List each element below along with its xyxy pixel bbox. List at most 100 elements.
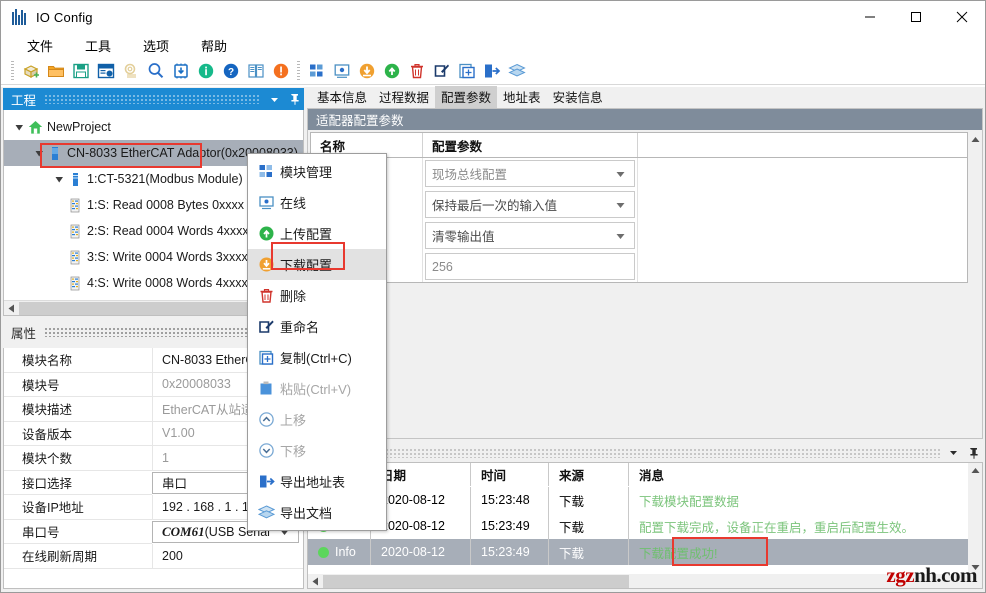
context-menu-label: 下移 — [280, 441, 306, 460]
new-project-icon[interactable] — [18, 60, 43, 82]
context-menu-item-module-manage[interactable]: 模块管理 — [248, 156, 386, 187]
chevron-down-icon[interactable] — [948, 447, 959, 458]
tab-basic-info[interactable]: 基本信息 — [311, 86, 373, 108]
export-address-icon[interactable] — [479, 60, 504, 82]
config-row[interactable]: 保持最后一次的输入值 — [311, 189, 967, 220]
tab-config-params[interactable]: 配置参数 — [435, 86, 497, 108]
tree-item-newproject[interactable]: NewProject — [4, 114, 303, 140]
context-menu-label: 粘贴(Ctrl+V) — [280, 379, 351, 398]
log-source: 下载 — [548, 513, 628, 539]
context-menu-item-upload-config[interactable]: 上传配置 — [248, 218, 386, 249]
context-menu-label: 模块管理 — [280, 162, 332, 181]
help-icon[interactable]: ? — [218, 60, 243, 82]
upload-config-icon — [252, 225, 280, 242]
chevron-down-icon[interactable] — [616, 198, 625, 212]
config-cell-param[interactable]: 256 — [423, 251, 638, 282]
upload-config-icon[interactable] — [379, 60, 404, 82]
log-time: 15:23:49 — [470, 513, 548, 539]
rename-icon[interactable] — [429, 60, 454, 82]
expander-icon[interactable] — [32, 149, 46, 158]
config-param-value: 清零输出值 — [432, 226, 495, 245]
tab-address-table[interactable]: 地址表 — [497, 86, 547, 108]
property-row: 在线刷新周期 200 — [4, 544, 303, 569]
info-icon[interactable] — [193, 60, 218, 82]
config-cell-param[interactable]: 保持最后一次的输入值 — [423, 189, 638, 220]
open-folder-icon[interactable] — [43, 60, 68, 82]
save-icon[interactable] — [68, 60, 93, 82]
save-as-icon[interactable] — [93, 60, 118, 82]
minimize-icon[interactable] — [847, 1, 893, 33]
config-row[interactable]: 256 — [311, 251, 967, 282]
config-cell-param[interactable]: 清零输出值 — [423, 220, 638, 251]
download-chip-icon[interactable] — [168, 60, 193, 82]
menu-tools[interactable]: 工具 — [73, 33, 123, 58]
search-icon[interactable] — [143, 60, 168, 82]
panel-drag-dots — [44, 94, 261, 104]
tab-install-info[interactable]: 安装信息 — [547, 86, 609, 108]
online-icon[interactable] — [329, 60, 354, 82]
context-menu-item-export-address[interactable]: 导出地址表 — [248, 466, 386, 497]
maximize-icon[interactable] — [893, 1, 939, 33]
copy-icon[interactable] — [454, 60, 479, 82]
log-horizontal-scrollbar[interactable] — [308, 574, 982, 588]
refresh-period-field[interactable]: 200 — [152, 544, 303, 569]
log-vertical-scrollbar[interactable] — [968, 463, 982, 574]
pin-icon[interactable] — [968, 447, 979, 459]
context-menu-item-delete[interactable]: 删除 — [248, 280, 386, 311]
config-cell-extra — [638, 251, 967, 282]
chevron-down-icon[interactable] — [616, 229, 625, 243]
context-menu-item-export-doc[interactable]: 导出文档 — [248, 497, 386, 528]
delete-icon[interactable] — [404, 60, 429, 82]
context-menu-label: 删除 — [280, 286, 306, 305]
paste-icon — [252, 380, 280, 397]
alert-icon[interactable] — [268, 60, 293, 82]
title-bar: IO Config — [1, 1, 985, 33]
config-vertical-scrollbar[interactable] — [968, 132, 982, 283]
config-row[interactable]: 清零输出值 — [311, 220, 967, 251]
context-menu-item-rename[interactable]: 重命名 — [248, 311, 386, 342]
expander-icon[interactable] — [12, 123, 26, 132]
config-param-value: 256 — [432, 260, 453, 274]
watermark-part2: nh.com — [914, 563, 977, 587]
context-menu-label: 重命名 — [280, 317, 319, 336]
chevron-down-icon[interactable] — [616, 167, 625, 181]
move-up-icon — [252, 411, 280, 428]
config-cell-extra — [638, 189, 967, 220]
close-icon[interactable] — [939, 1, 985, 33]
context-menu-item-copy[interactable]: 复制(Ctrl+C) — [248, 342, 386, 373]
chevron-down-icon[interactable] — [269, 94, 280, 105]
pin-icon[interactable] — [289, 93, 300, 105]
context-menu-item-online[interactable]: 在线 — [248, 187, 386, 218]
settings-gear-icon[interactable] — [118, 60, 143, 82]
log-row[interactable]: 2020-08-12 15:23:48 下载 下载模块配置数据 — [308, 487, 982, 513]
config-row[interactable]: 现场总线配置 — [311, 158, 967, 189]
tab-process-data[interactable]: 过程数据 — [373, 86, 435, 108]
scroll-left-icon[interactable] — [308, 574, 323, 589]
log-row[interactable]: Info 2020-08-12 15:23:49 下载 下载配置成功! — [308, 539, 982, 565]
config-cell-param[interactable]: 现场总线配置 — [423, 158, 638, 189]
log-time: 15:23:49 — [470, 539, 548, 565]
scroll-thumb[interactable] — [19, 302, 247, 315]
menu-file[interactable]: 文件 — [15, 33, 65, 58]
main-body: 工程 — [1, 87, 985, 592]
module-manage-icon[interactable] — [304, 60, 329, 82]
menu-help[interactable]: 帮助 — [189, 33, 239, 58]
export-doc-icon[interactable] — [504, 60, 529, 82]
home-icon — [26, 120, 44, 135]
context-menu: 模块管理 在线 上传配置 下载配置 删除 — [247, 153, 387, 531]
scroll-up-icon[interactable] — [968, 463, 982, 477]
scroll-up-icon[interactable] — [968, 132, 982, 146]
menu-options[interactable]: 选项 — [131, 33, 181, 58]
log-source: 下载 — [548, 539, 628, 565]
log-message: 下载配置成功! — [628, 539, 982, 565]
book-icon[interactable] — [243, 60, 268, 82]
scroll-thumb[interactable] — [323, 575, 629, 588]
tree-label: 1:S: Read 0008 Bytes 0xxxx — [87, 198, 244, 212]
scroll-left-icon[interactable] — [4, 301, 19, 316]
context-menu-item-download-config[interactable]: 下载配置 — [248, 249, 386, 280]
download-config-icon[interactable] — [354, 60, 379, 82]
expander-icon[interactable] — [52, 175, 66, 184]
log-row[interactable]: Info 2020-08-12 15:23:49 下载 配置下载完成，设备正在重… — [308, 513, 982, 539]
log-col-time: 时间 — [470, 463, 548, 486]
config-grid: 名称 配置参数 现场总线配置 — [310, 132, 968, 283]
